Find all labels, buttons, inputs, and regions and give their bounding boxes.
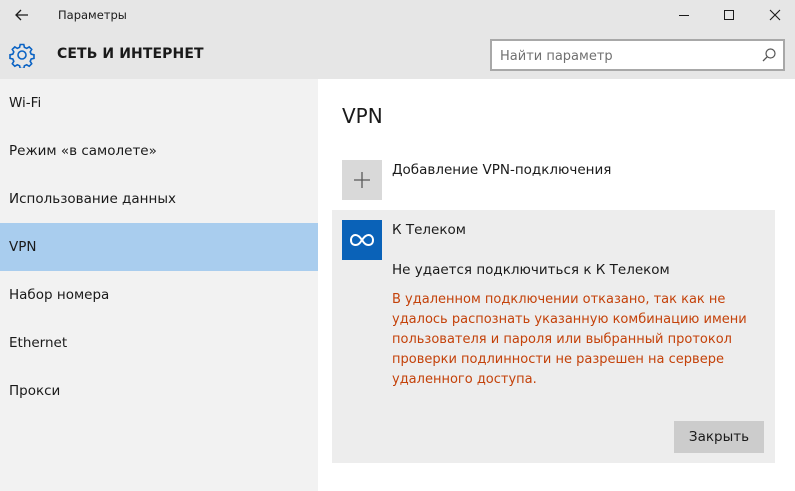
vpn-error-line: удалось распознать указанную комбинацию … [392,312,747,327]
close-window-button[interactable] [755,2,795,28]
plus-icon [354,172,370,188]
back-arrow-icon [15,9,28,21]
back-button[interactable] [8,4,36,26]
vpn-connection-logo [342,220,382,260]
sidebar-item-dial-up[interactable]: Набор номера [0,271,318,319]
close-button[interactable]: Закрыть [674,421,764,453]
page-title: VPN [342,104,383,128]
vpn-connection-card[interactable]: К Телеком Не удается подключиться к К Те… [332,210,775,463]
search-input[interactable] [500,46,755,66]
vpn-error-line: удаленного доступа. [392,372,537,387]
maximize-icon [724,10,734,20]
add-vpn-tile[interactable] [342,160,382,200]
add-vpn-label: Добавление VPN-подключения [392,162,612,178]
sidebar: Wi-Fi Режим «в самолете» Использование д… [0,79,318,491]
minimize-icon [679,15,689,16]
vpn-connection-icon [349,233,375,247]
sidebar-item-ethernet[interactable]: Ethernet [0,319,318,367]
add-vpn-connection-button[interactable]: Добавление VPN-подключения [342,159,762,201]
maximize-button[interactable] [709,2,749,28]
sidebar-item-wifi[interactable]: Wi-Fi [0,79,318,127]
sidebar-item-airplane-mode[interactable]: Режим «в самолете» [0,127,318,175]
vpn-connection-status: Не удается подключиться к К Телеком [392,262,670,278]
search-box[interactable] [490,39,785,71]
section-title: СЕТЬ И ИНТЕРНЕТ [57,46,204,62]
minimize-button[interactable] [664,2,704,28]
vpn-error-line: В удаленном подключении отказано, так ка… [392,292,726,307]
sidebar-item-vpn[interactable]: VPN [0,223,318,271]
vpn-connection-name: К Телеком [392,222,466,238]
vpn-error-line: пользователя и пароля или выбранный прот… [392,332,732,347]
vpn-error-message: В удаленном подключении отказано, так ка… [392,290,767,390]
title-bar: Параметры [0,0,795,30]
sidebar-item-proxy[interactable]: Прокси [0,367,318,415]
gear-icon [9,43,35,68]
window-title: Параметры [58,8,127,22]
close-icon [769,9,781,21]
vpn-error-line: проверки подлинности не разрешен на серв… [392,352,724,367]
sidebar-item-data-usage[interactable]: Использование данных [0,175,318,223]
search-icon[interactable] [761,47,777,63]
